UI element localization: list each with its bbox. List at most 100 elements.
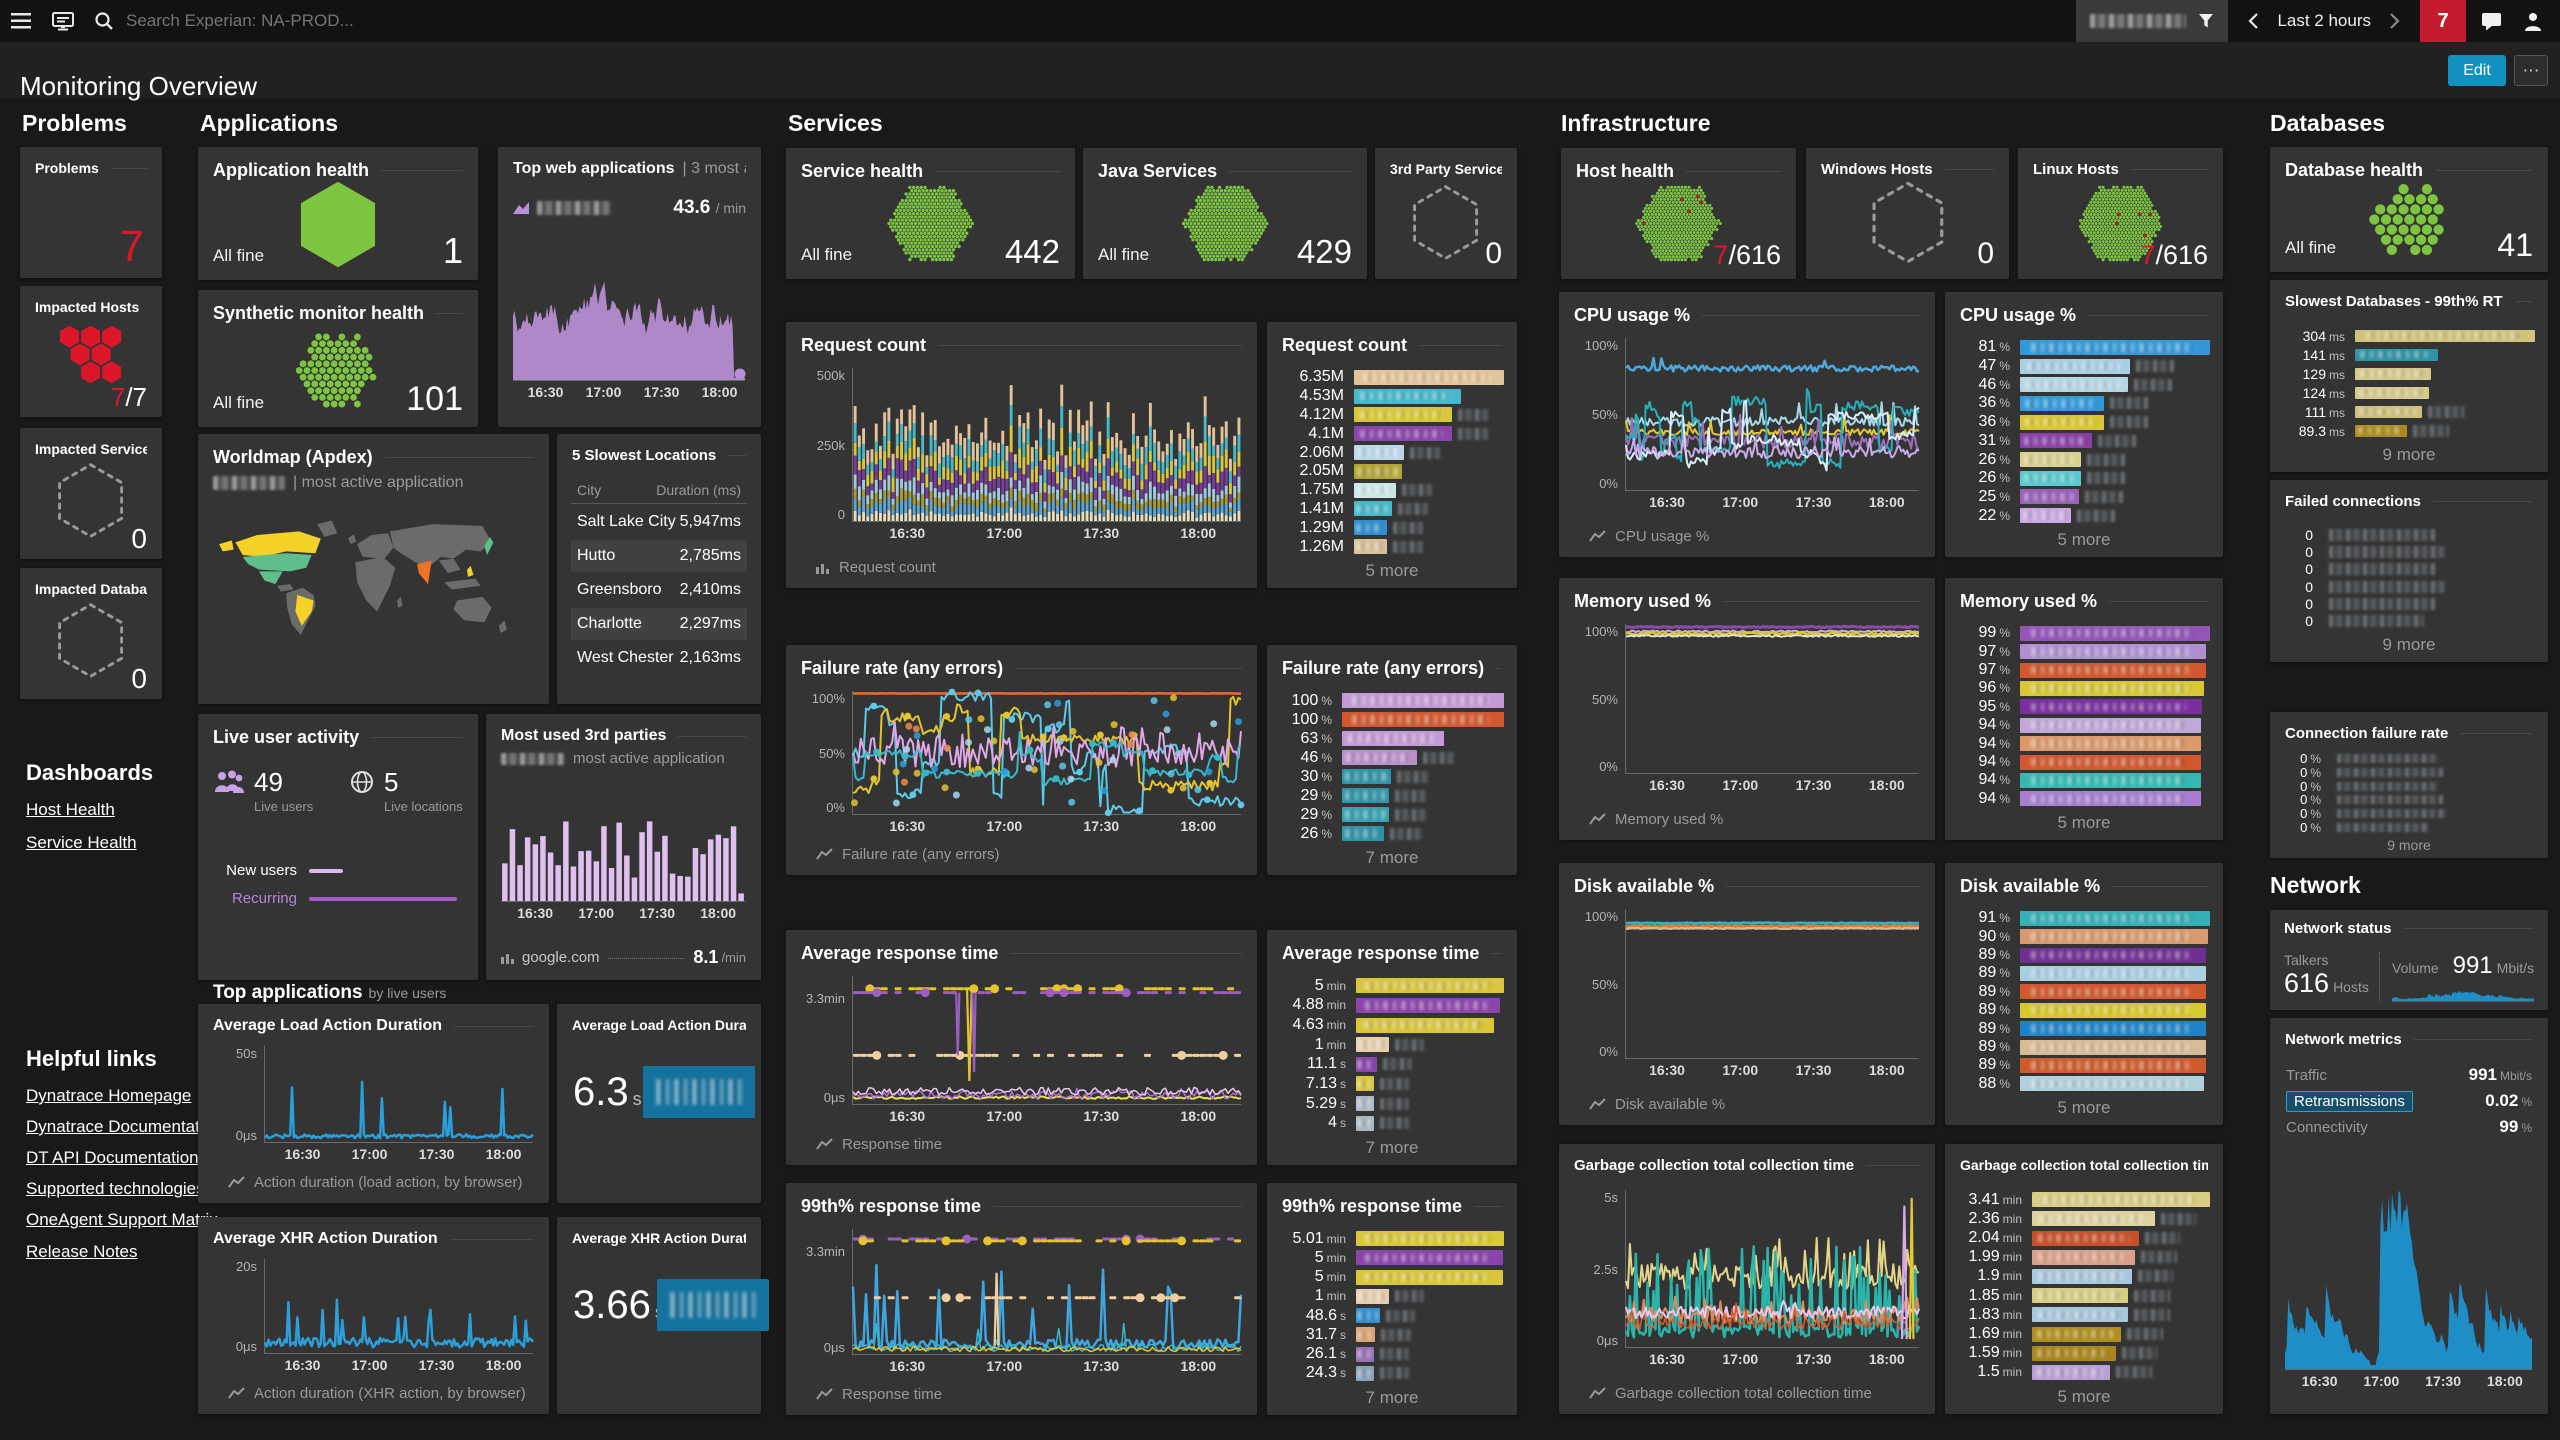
problems-tile[interactable]: Problems 7 xyxy=(20,147,162,278)
more-link[interactable]: 7 more xyxy=(1267,1388,1517,1408)
bar-list-row[interactable]: 48.6s xyxy=(1280,1306,1504,1325)
time-range-label[interactable]: Last 2 hours xyxy=(2277,11,2371,31)
bar-list-row[interactable]: 22% xyxy=(1958,506,2210,525)
bar-list-row[interactable]: 0% xyxy=(2283,779,2535,793)
bar-list-row[interactable]: 0 xyxy=(2283,561,2535,578)
bar-list-row[interactable]: 94% xyxy=(1958,734,2210,752)
bar-list-row[interactable]: 89% xyxy=(1958,1056,2210,1074)
bar-list-row[interactable]: 5.01min xyxy=(1280,1229,1504,1248)
bar-list-row[interactable]: 2.06M xyxy=(1280,443,1504,462)
bar-list-row[interactable]: 100% xyxy=(1280,710,1504,729)
bar-list-row[interactable]: 2.04min xyxy=(1958,1228,2210,1247)
link-oneagent-support-matrix[interactable]: OneAgent Support Matrix xyxy=(26,1210,218,1230)
bar-list-row[interactable]: 4.63min xyxy=(1280,1015,1504,1035)
location-row[interactable]: West Chester2,163ms xyxy=(571,642,747,674)
bar-list-row[interactable]: 97% xyxy=(1958,642,2210,660)
bar-list-row[interactable]: 5min xyxy=(1280,1248,1504,1267)
bar-list-row[interactable]: 1.99min xyxy=(1958,1248,2210,1267)
third-party-domain-row[interactable]: google.com 8.1/min xyxy=(501,947,746,968)
link-dt-api-documentation[interactable]: DT API Documentation xyxy=(26,1148,199,1168)
menu-icon[interactable] xyxy=(0,0,42,42)
bar-list-row[interactable]: 1.59min xyxy=(1958,1344,2210,1363)
bar-list-row[interactable]: 96% xyxy=(1958,679,2210,697)
bar-list-row[interactable]: 88% xyxy=(1958,1075,2210,1093)
search-input[interactable] xyxy=(124,10,628,32)
windows-hosts-tile[interactable]: Windows Hosts 0 xyxy=(1806,148,2009,279)
worldmap-tile[interactable]: Worldmap (Apdex) | most active applicati… xyxy=(198,434,549,704)
host-health-tile[interactable]: Host health 7/616 xyxy=(1561,148,1796,279)
bar-list-row[interactable]: 1.5min xyxy=(1958,1363,2210,1382)
disk-available-chart-tile[interactable]: Disk available % 100%50%0% 16:3017:0017:… xyxy=(1559,863,1935,1125)
bar-list-row[interactable]: 100% xyxy=(1280,691,1504,710)
bar-list-row[interactable]: 29% xyxy=(1280,786,1504,805)
link-supported-technologies[interactable]: Supported technologies xyxy=(26,1179,205,1199)
location-row[interactable]: Salt Lake City5,947ms xyxy=(571,506,747,538)
bar-list-row[interactable]: 2.36min xyxy=(1958,1209,2210,1228)
top-web-applications-tile[interactable]: Top web applications| 3 most active 43.6… xyxy=(498,147,761,427)
bar-list-row[interactable]: 24.3s xyxy=(1280,1364,1504,1383)
bar-list-row[interactable]: 1.9min xyxy=(1958,1267,2210,1286)
dashboard-link-host-health[interactable]: Host Health xyxy=(26,800,115,820)
more-link[interactable]: 9 more xyxy=(2270,837,2548,853)
bar-list-row[interactable]: 124ms xyxy=(2283,383,2535,402)
link-dynatrace-documentation[interactable]: Dynatrace Documentation xyxy=(26,1117,223,1137)
avg-response-chart-tile[interactable]: Average response time 3.3min0μs 16:3017:… xyxy=(786,930,1257,1165)
bar-list-row[interactable]: 0 xyxy=(2283,578,2535,595)
bar-list-row[interactable]: 29% xyxy=(1280,805,1504,824)
bar-list-row[interactable]: 26.1s xyxy=(1280,1345,1504,1364)
live-user-activity-tile[interactable]: Live user activity 49Live users 5Live lo… xyxy=(198,714,478,980)
slowest-databases-tile[interactable]: Slowest Databases - 99th% RT 304ms141ms1… xyxy=(2270,280,2548,472)
bar-list-row[interactable]: 0 xyxy=(2283,543,2535,560)
bar-list-row[interactable]: 4.1M xyxy=(1280,424,1504,443)
bar-list-row[interactable]: 31.7s xyxy=(1280,1325,1504,1344)
world-map[interactable] xyxy=(210,500,537,690)
bar-list-row[interactable]: 0% xyxy=(2283,820,2535,834)
more-link[interactable]: 7 more xyxy=(1267,1138,1517,1158)
bar-list-row[interactable]: 46% xyxy=(1958,375,2210,394)
bar-list-row[interactable]: 94% xyxy=(1958,753,2210,771)
bar-list-row[interactable]: 36% xyxy=(1958,413,2210,432)
chevron-left-icon[interactable] xyxy=(2248,12,2259,30)
service-health-tile[interactable]: Service health All fine 442 xyxy=(786,148,1075,279)
request-count-chart-tile[interactable]: Request count 500k250k0 16:3017:0017:301… xyxy=(786,322,1257,588)
memory-used-chart-tile[interactable]: Memory used % 100%50%0% 16:3017:0017:301… xyxy=(1559,578,1935,840)
bar-list-row[interactable]: 99% xyxy=(1958,624,2210,642)
bar-list-row[interactable]: 26% xyxy=(1958,469,2210,488)
bar-list-row[interactable]: 94% xyxy=(1958,790,2210,808)
network-metrics-tile[interactable]: Network metrics Traffic991Mbit/s Retrans… xyxy=(2270,1018,2548,1414)
connection-failure-rate-tile[interactable]: Connection failure rate 0%0%0%0%0%0% 9 m… xyxy=(2270,712,2548,858)
bar-list-row[interactable]: 1.29M xyxy=(1280,518,1504,537)
impacted-hosts-tile[interactable]: Impacted Hosts 7/7 xyxy=(20,286,162,417)
bar-list-row[interactable]: 4.53M xyxy=(1280,387,1504,406)
most-used-3rd-parties-tile[interactable]: Most used 3rd parties most active applic… xyxy=(486,714,761,980)
synthetic-monitor-health-tile[interactable]: Synthetic monitor health All fine 101 xyxy=(198,290,478,427)
bar-list-row[interactable]: 1.26M xyxy=(1280,537,1504,556)
user-icon[interactable] xyxy=(2512,0,2554,42)
impacted-databases-tile[interactable]: Impacted Databases 0 xyxy=(20,568,162,699)
avg-load-action-chart-tile[interactable]: Average Load Action Duration 50s0μs 16:3… xyxy=(198,1004,549,1203)
bar-list-row[interactable]: 2.05M xyxy=(1280,462,1504,481)
bar-list-row[interactable]: 89% xyxy=(1958,946,2210,964)
bar-list-row[interactable]: 89% xyxy=(1958,964,2210,982)
more-link[interactable]: 5 more xyxy=(1945,1098,2223,1118)
bar-list-row[interactable]: 0 xyxy=(2283,526,2535,543)
bar-list-row[interactable]: 0% xyxy=(2283,807,2535,821)
bar-list-row[interactable]: 91% xyxy=(1958,909,2210,927)
avg-xhr-action-value-tile[interactable]: Average XHR Action Duration 3.66s xyxy=(557,1217,761,1414)
bar-list-row[interactable]: 6.35M xyxy=(1280,368,1504,387)
bar-list-row[interactable]: 5min xyxy=(1280,1268,1504,1287)
bar-list-row[interactable]: 4.88min xyxy=(1280,996,1504,1016)
more-link[interactable]: 5 more xyxy=(1945,813,2223,833)
application-health-tile[interactable]: Application health All fine 1 xyxy=(198,147,478,280)
search-icon[interactable] xyxy=(94,11,114,31)
more-link[interactable]: 5 more xyxy=(1267,561,1517,581)
metric-row-traffic[interactable]: Traffic991Mbit/s xyxy=(2284,1062,2534,1088)
bar-list-row[interactable]: 4.12M xyxy=(1280,406,1504,425)
bar-list-row[interactable]: 81% xyxy=(1958,338,2210,357)
avg-response-list-tile[interactable]: Average response time 5min4.88min4.63min… xyxy=(1267,930,1517,1165)
location-row[interactable]: Greensboro2,410ms xyxy=(571,574,747,606)
failure-rate-chart-tile[interactable]: Failure rate (any errors) 100%50%0% 16:3… xyxy=(786,645,1257,875)
bar-list-row[interactable]: 7.13s xyxy=(1280,1074,1504,1094)
failure-rate-list-tile[interactable]: Failure rate (any errors) 100%100%63%46%… xyxy=(1267,645,1517,875)
bar-list-row[interactable]: 95% xyxy=(1958,698,2210,716)
